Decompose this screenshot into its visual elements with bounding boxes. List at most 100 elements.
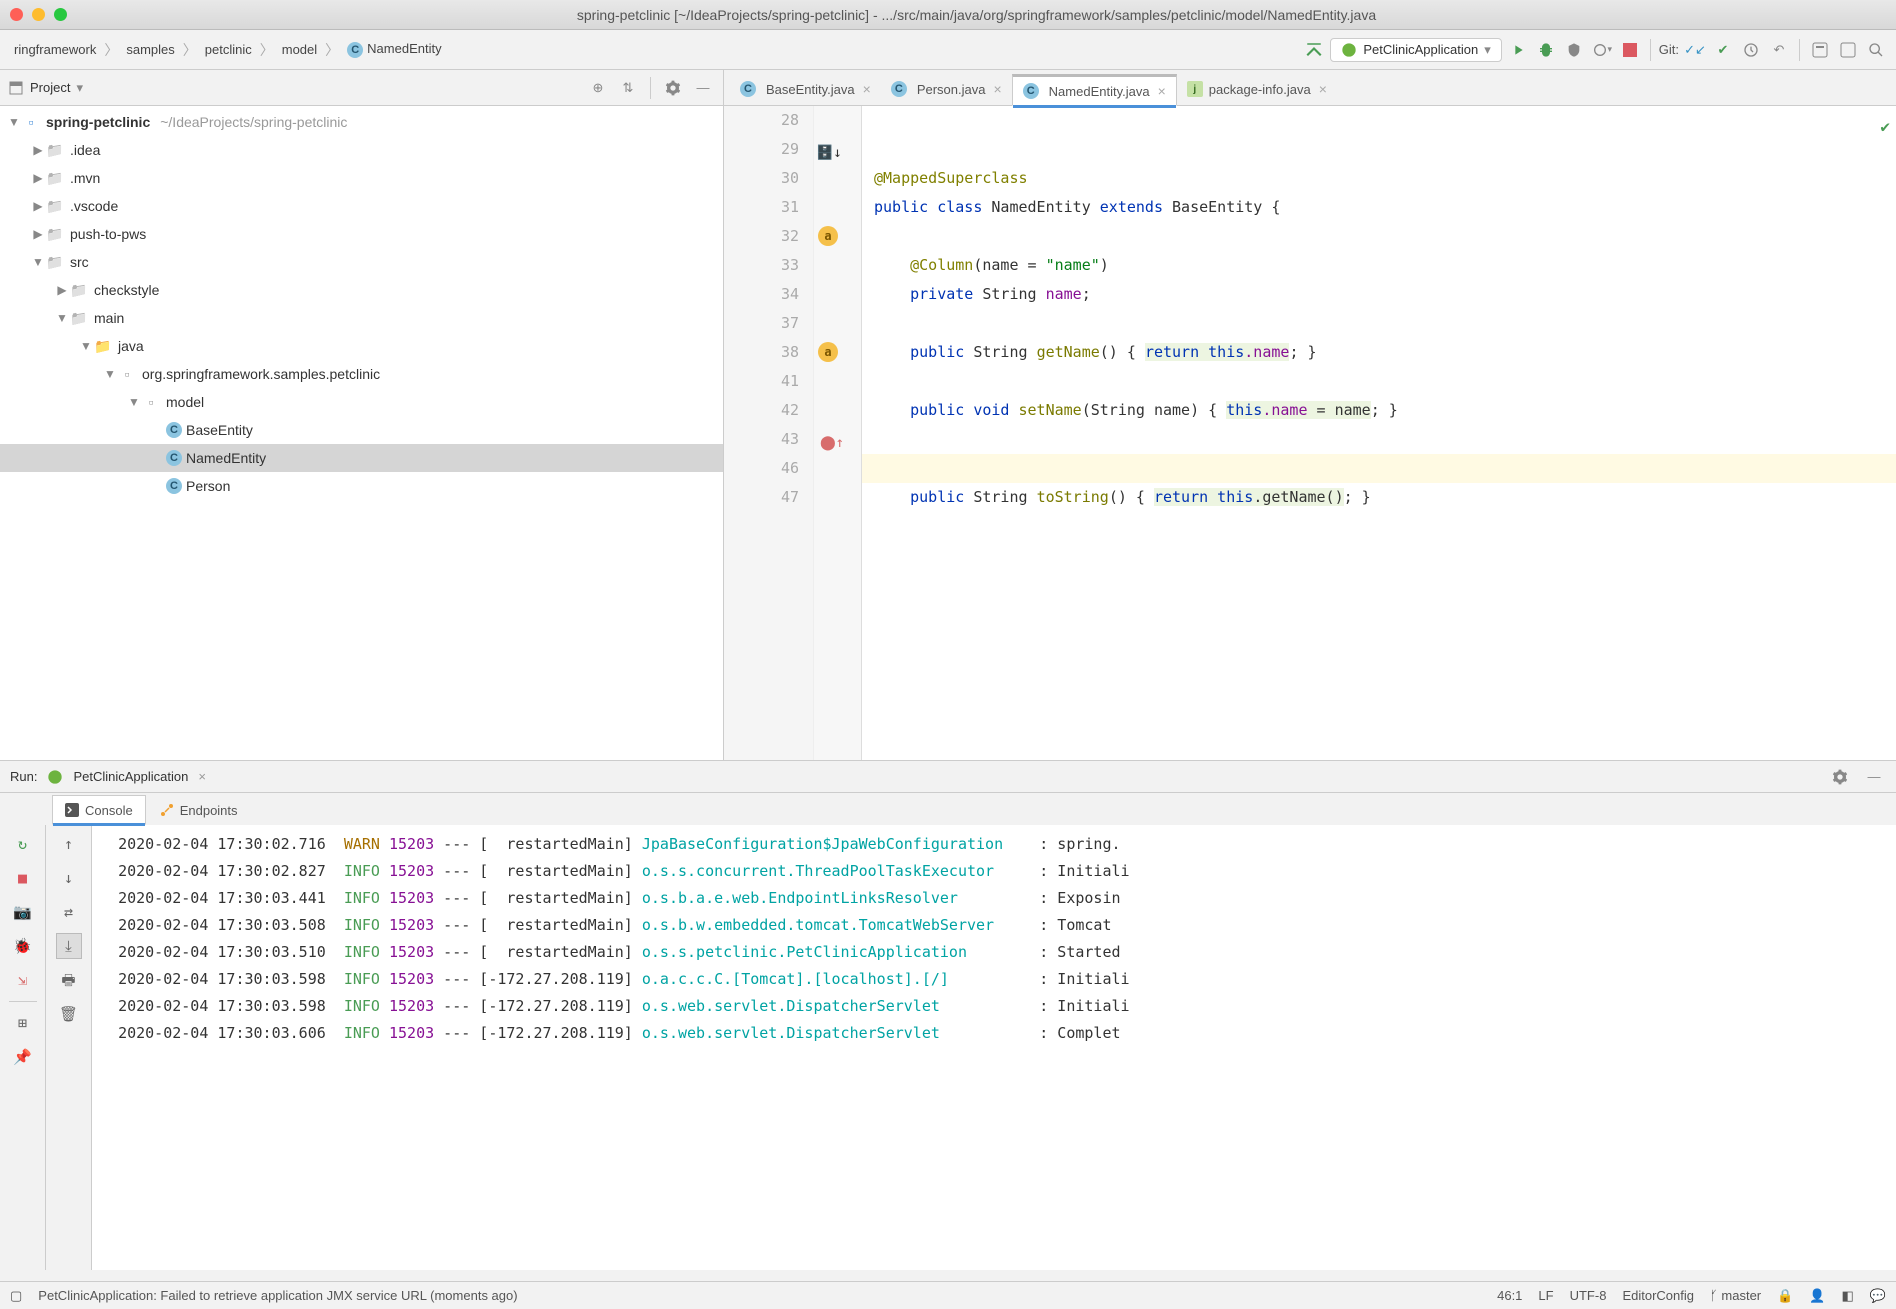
notification-icon[interactable]: 💬 xyxy=(1870,1288,1886,1304)
project-structure-button[interactable] xyxy=(1808,38,1832,62)
rerun-button[interactable]: ↻ xyxy=(10,831,36,857)
editor-tab[interactable]: CBaseEntity.java× xyxy=(730,73,881,105)
tree-node[interactable]: ▼📁java xyxy=(0,332,723,360)
inspector-icon[interactable]: 👤 xyxy=(1809,1288,1825,1304)
tree-node[interactable]: ▼▫org.springframework.samples.petclinic xyxy=(0,360,723,388)
close-tab-icon[interactable]: × xyxy=(1319,81,1327,97)
select-opened-file-button[interactable]: ⊕ xyxy=(586,76,610,100)
ide-settings-button[interactable] xyxy=(1836,38,1860,62)
tree-node[interactable]: ▼src xyxy=(0,248,723,276)
search-everywhere-button[interactable] xyxy=(1864,38,1888,62)
editor-tab[interactable]: CPerson.java× xyxy=(881,73,1012,105)
expand-arrow-icon[interactable]: ▶ xyxy=(30,227,46,241)
settings-button[interactable] xyxy=(661,76,685,100)
expand-arrow-icon[interactable]: ▼ xyxy=(126,395,142,409)
close-tab-icon[interactable]: × xyxy=(1158,83,1166,99)
line-number[interactable]: 34 xyxy=(724,280,799,309)
tree-node[interactable]: ▶push-to-pws xyxy=(0,220,723,248)
git-rollback-button[interactable]: ↶ xyxy=(1767,38,1791,62)
git-update-button[interactable]: ✓↙ xyxy=(1683,38,1707,62)
chevron-down-icon[interactable]: ▾ xyxy=(76,80,83,96)
line-number[interactable]: 30 xyxy=(724,164,799,193)
code-area[interactable]: 2829303132333437384142434647 🗄️↓aa⬤↑ @Ma… xyxy=(724,106,1896,760)
expand-arrow-icon[interactable]: ▶ xyxy=(30,171,46,185)
expand-arrow-icon[interactable]: ▼ xyxy=(6,115,22,129)
clear-all-button[interactable]: 🗑 xyxy=(56,1001,82,1027)
coverage-button[interactable] xyxy=(1562,38,1586,62)
git-commit-button[interactable]: ✔ xyxy=(1711,38,1735,62)
run-settings-button[interactable] xyxy=(1828,765,1852,789)
expand-arrow-icon[interactable]: ▼ xyxy=(102,367,118,381)
debug-button[interactable] xyxy=(1534,38,1558,62)
tree-node[interactable]: CBaseEntity xyxy=(0,416,723,444)
line-number[interactable]: 28 xyxy=(724,106,799,135)
expand-arrow-icon[interactable]: ▼ xyxy=(78,339,94,353)
dump-threads-button[interactable]: 📷 xyxy=(10,899,36,925)
expand-arrow-icon[interactable]: ▶ xyxy=(30,199,46,213)
scroll-to-end-button[interactable]: ⤓ xyxy=(56,933,82,959)
zoom-window[interactable] xyxy=(54,8,67,21)
expand-arrow-icon[interactable]: ▼ xyxy=(30,255,46,269)
breadcrumb-item[interactable]: samples xyxy=(120,40,180,59)
editor-tab[interactable]: jpackage-info.java× xyxy=(1177,73,1337,105)
file-encoding[interactable]: UTF-8 xyxy=(1570,1288,1607,1303)
expand-arrow-icon[interactable]: ▶ xyxy=(30,143,46,157)
close-window[interactable] xyxy=(10,8,23,21)
line-number[interactable]: 29 xyxy=(724,135,799,164)
line-number[interactable]: 46 xyxy=(724,454,799,483)
gutter-icons[interactable]: 🗄️↓aa⬤↑ xyxy=(814,106,862,760)
line-number[interactable]: 31 xyxy=(724,193,799,222)
line-number[interactable]: 38 xyxy=(724,338,799,367)
tree-node[interactable]: CNamedEntity xyxy=(0,444,723,472)
stop-button[interactable] xyxy=(1618,38,1642,62)
caret-position[interactable]: 46:1 xyxy=(1497,1288,1522,1303)
memory-indicator-icon[interactable]: ◧ xyxy=(1842,1288,1854,1304)
soft-wrap-button[interactable]: ⇄ xyxy=(56,899,82,925)
down-stacktrace-button[interactable]: ↓ xyxy=(56,865,82,891)
close-tab-icon[interactable]: × xyxy=(863,81,871,97)
run-button[interactable] xyxy=(1506,38,1530,62)
close-tab-icon[interactable]: × xyxy=(993,81,1001,97)
line-gutter[interactable]: 2829303132333437384142434647 xyxy=(724,106,814,760)
line-number[interactable]: 32 xyxy=(724,222,799,251)
tree-node[interactable]: ▼▫model xyxy=(0,388,723,416)
console-output[interactable]: 2020-02-04 17:30:02.716 WARN 15203 --- [… xyxy=(92,825,1896,1270)
profile-button[interactable]: ▾ xyxy=(1590,38,1614,62)
line-number[interactable]: 37 xyxy=(724,309,799,338)
close-icon[interactable]: × xyxy=(198,769,206,784)
expand-arrow-icon[interactable]: ▶ xyxy=(54,283,70,297)
override-gutter-icon[interactable]: ⬤↑ xyxy=(820,429,844,458)
tree-node[interactable]: ▶.vscode xyxy=(0,192,723,220)
tree-node[interactable]: ▶checkstyle xyxy=(0,276,723,304)
layout-button[interactable]: ⊞ xyxy=(10,1010,36,1036)
stop-run-button[interactable]: ■ xyxy=(10,865,36,891)
up-stacktrace-button[interactable]: ↑ xyxy=(56,831,82,857)
expand-arrow-icon[interactable]: ▼ xyxy=(54,311,70,325)
exit-button[interactable]: ⇲ xyxy=(10,967,36,993)
breadcrumb-item[interactable]: petclinic xyxy=(199,40,258,59)
editor-tab[interactable]: CNamedEntity.java× xyxy=(1012,74,1177,106)
line-number[interactable]: 43 xyxy=(724,425,799,454)
lock-icon[interactable]: 🔒 xyxy=(1777,1288,1793,1304)
minimize-window[interactable] xyxy=(32,8,45,21)
print-button[interactable]: 🖶 xyxy=(56,967,82,993)
inspection-ok-icon[interactable]: ✔ xyxy=(1880,112,1890,141)
run-hide-button[interactable]: — xyxy=(1862,765,1886,789)
tree-node[interactable]: ▶.mvn xyxy=(0,164,723,192)
endpoints-tab[interactable]: Endpoints xyxy=(148,795,250,825)
line-number[interactable]: 42 xyxy=(724,396,799,425)
build-button[interactable] xyxy=(1302,38,1326,62)
editorconfig-indicator[interactable]: EditorConfig xyxy=(1622,1288,1694,1303)
tree-node[interactable]: ▶.idea xyxy=(0,136,723,164)
line-number[interactable]: 41 xyxy=(724,367,799,396)
tree-node[interactable]: CPerson xyxy=(0,472,723,500)
run-config-selector[interactable]: PetClinicApplication ▾ xyxy=(1330,38,1501,62)
git-branch[interactable]: ᚶ master xyxy=(1710,1288,1761,1303)
pin-button[interactable]: 📌 xyxy=(10,1044,36,1070)
breadcrumb-item[interactable]: CNamedEntity xyxy=(341,39,447,60)
expand-all-button[interactable]: ⇅ xyxy=(616,76,640,100)
hide-button[interactable]: — xyxy=(691,76,715,100)
breadcrumb-item[interactable]: ringframework xyxy=(8,40,102,59)
line-number[interactable]: 47 xyxy=(724,483,799,512)
code-body[interactable]: @MappedSuperclass public class NamedEnti… xyxy=(862,106,1896,760)
